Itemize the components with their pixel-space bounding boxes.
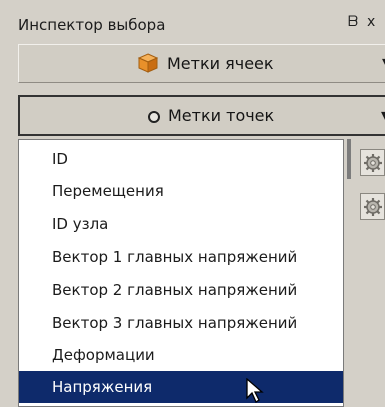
menu-item-node-id[interactable]: ID узла bbox=[19, 208, 343, 240]
cell-labels-toggle-button[interactable]: Метки ячеек ▼ bbox=[18, 44, 385, 83]
cube-icon bbox=[137, 53, 159, 73]
menu-item-principal-stress-vector-1[interactable]: Вектор 1 главных напряжений bbox=[19, 241, 343, 273]
point-labels-label: Метки точек bbox=[168, 106, 275, 125]
menu-item-principal-stress-vector-2[interactable]: Вектор 2 главных напряжений bbox=[19, 274, 343, 306]
menu-item-displacements[interactable]: Перемещения bbox=[19, 175, 343, 207]
menu-item-id[interactable]: ID bbox=[19, 143, 343, 175]
point-labels-toggle-button[interactable]: Метки точек ▼ bbox=[18, 95, 385, 136]
menu-item-deformations[interactable]: Деформации bbox=[19, 339, 343, 371]
side-toolbar bbox=[344, 139, 385, 403]
circle-dot-icon bbox=[148, 111, 160, 123]
title-bar: Инспектор выбора ᗷ x bbox=[0, 0, 385, 42]
close-icon[interactable]: x bbox=[367, 14, 375, 30]
splitter[interactable] bbox=[347, 139, 351, 179]
float-window-icon[interactable]: ᗷ bbox=[348, 14, 358, 30]
mouse-cursor-icon bbox=[246, 378, 264, 403]
settings-button[interactable] bbox=[360, 149, 385, 176]
chevron-down-icon: ▼ bbox=[381, 109, 385, 122]
menu-item-principal-stress-vector-3[interactable]: Вектор 3 главных напряжений bbox=[19, 307, 343, 339]
cell-labels-label: Метки ячеек bbox=[167, 54, 274, 73]
panel-title: Инспектор выбора bbox=[18, 16, 166, 34]
selection-inspector-panel: Инспектор выбора ᗷ x Метки ячеек ▼ Метки… bbox=[0, 0, 385, 407]
menu-item-stresses[interactable]: Напряжения bbox=[19, 371, 343, 403]
point-labels-dropdown-menu: ID Перемещения ID узла Вектор 1 главных … bbox=[18, 139, 344, 407]
settings-button[interactable] bbox=[360, 193, 385, 220]
gear-icon bbox=[364, 154, 382, 172]
gear-icon bbox=[364, 198, 382, 216]
